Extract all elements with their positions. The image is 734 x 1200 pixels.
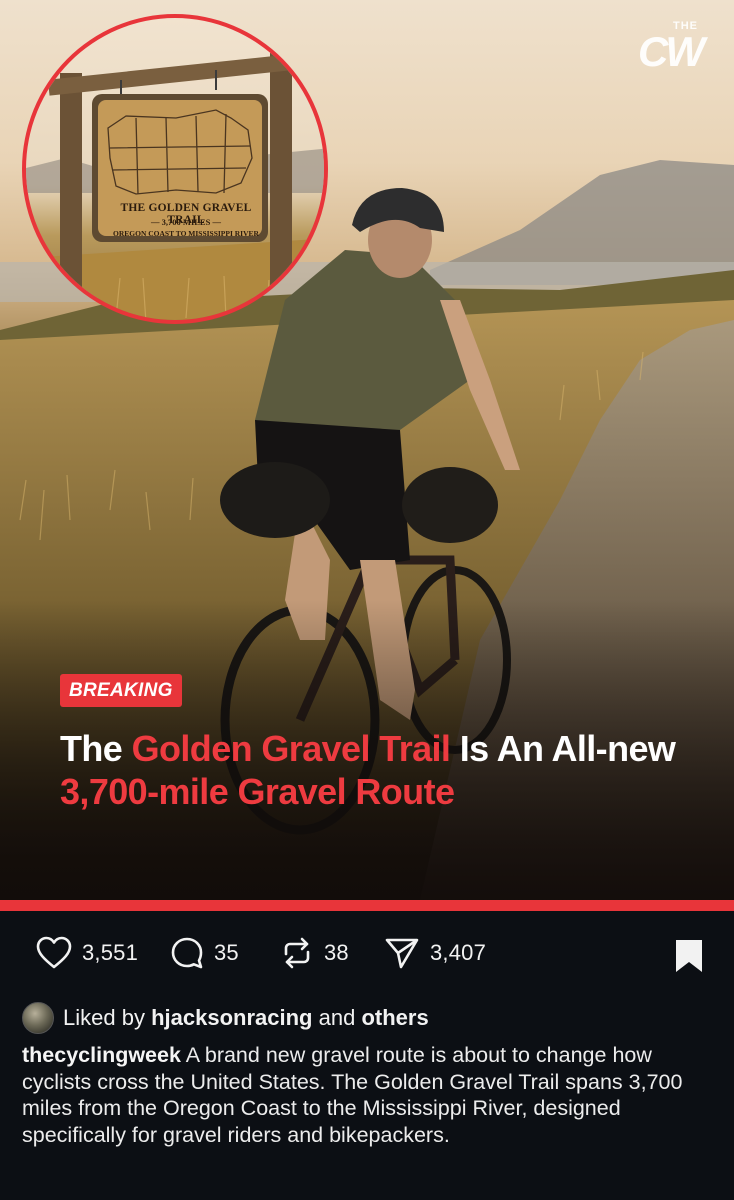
action-bar: 3,551 35 38 3,407 — [0, 930, 734, 984]
caption-username[interactable]: thecyclingweek — [22, 1043, 181, 1067]
liker-avatar[interactable] — [22, 1002, 54, 1034]
repost-icon[interactable] — [280, 936, 314, 970]
share-action[interactable]: 3,407 — [384, 936, 486, 970]
sign-route: OREGON COAST TO MISSISSIPPI RIVER — [113, 229, 259, 238]
bookmark-icon[interactable] — [674, 938, 704, 974]
send-icon[interactable] — [384, 936, 420, 970]
like-count: 3,551 — [82, 940, 139, 965]
brand-logo-large: CW — [638, 28, 705, 75]
breaking-badge: BREAKING — [60, 674, 182, 707]
headline-block: BREAKING The Golden Gravel Trail Is An A… — [60, 674, 700, 813]
post-caption: thecyclingweek A brand new gravel route … — [22, 1042, 722, 1149]
headline-part-2: Is An All-new — [450, 728, 676, 769]
likes-row: Liked by hjacksonracing and others — [22, 1000, 429, 1036]
heart-icon[interactable] — [36, 936, 72, 970]
comment-icon[interactable] — [170, 936, 204, 970]
share-count: 3,407 — [430, 940, 487, 965]
brand-logo: THE CW — [618, 20, 705, 75]
inset-sign-photo: THE GOLDEN GRAVEL TRAIL — 3,700 MILES — … — [22, 14, 328, 324]
post-image[interactable]: THE CW THE GOLDEN GRAVEL TRAIL — 3,700 M… — [0, 0, 734, 900]
liked-by-others[interactable]: others — [361, 1005, 428, 1031]
repost-count: 38 — [324, 940, 349, 965]
accent-divider — [0, 900, 734, 911]
comment-action[interactable]: 35 — [170, 936, 239, 970]
headline-highlight-1: Golden Gravel Trail — [131, 728, 451, 769]
headline-part-1: The — [60, 728, 132, 769]
headline: The Golden Gravel Trail Is An All-new 3,… — [60, 727, 700, 813]
liker-username[interactable]: hjacksonracing — [151, 1005, 312, 1031]
liked-by-connector: and — [318, 1005, 356, 1030]
sign-illustration — [26, 52, 324, 320]
liked-by-prefix: Liked by — [63, 1005, 145, 1030]
comment-count: 35 — [214, 940, 239, 965]
sign-miles: — 3,700 MILES — — [151, 217, 221, 227]
repost-action[interactable]: 38 — [280, 936, 349, 970]
like-action[interactable]: 3,551 — [36, 936, 138, 970]
headline-highlight-2: 3,700-mile Gravel Route — [60, 771, 455, 813]
